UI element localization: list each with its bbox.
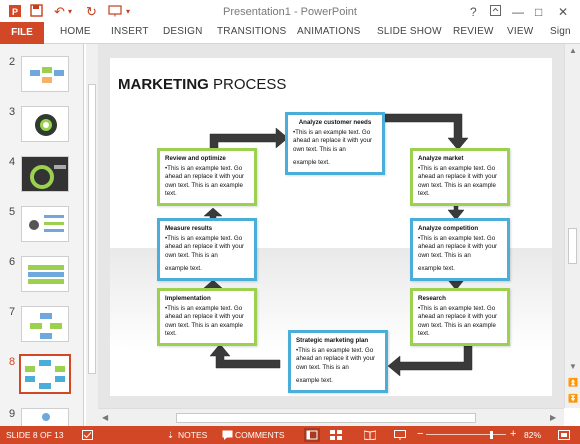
scroll-up-icon[interactable]: ▲ [569, 46, 577, 55]
arrow-customer-to-market [381, 113, 469, 151]
normal-view-icon[interactable] [304, 428, 320, 444]
box-heading: Measure results [165, 225, 213, 232]
zoom-level[interactable]: 82% [524, 430, 541, 440]
box-body-tail: example text. [418, 265, 455, 272]
thumbnail-number: 8 [9, 356, 16, 368]
box-body: •This is an example text. Go ahead an re… [165, 304, 245, 338]
thumbnail-scrollbar[interactable] [86, 44, 98, 426]
box-analyze-competition[interactable]: Analyze competition •This is an example … [410, 218, 510, 281]
slide-thumbnail-5[interactable] [21, 206, 69, 242]
slide-vertical-scrollbar[interactable]: ▲ ▼ ⏫ ⏬ [564, 44, 580, 408]
box-implementation[interactable]: Implementation •This is an example text.… [157, 288, 257, 346]
box-body: •This is an example text. Go ahead an re… [165, 164, 245, 198]
box-body-tail: example text. [165, 265, 202, 272]
slide-thumbnail-2[interactable] [21, 56, 69, 92]
slide-horizontal-scrollbar[interactable]: ◀ ▶ [98, 408, 564, 426]
box-heading: Strategic marketing plan [296, 337, 369, 344]
tab-file[interactable]: FILE [0, 22, 44, 44]
box-body: •This is an example text. Go ahead an re… [165, 234, 245, 259]
ribbon-tabs: FILE HOME INSERT DESIGN TRANSITIONS ANIM… [0, 22, 580, 44]
thumbnail-number: 7 [9, 306, 16, 318]
scroll-left-icon[interactable]: ◀ [102, 413, 108, 422]
thumbnail-number: 2 [9, 56, 16, 68]
tab-home[interactable]: HOME [60, 26, 91, 37]
tab-insert[interactable]: INSERT [111, 26, 149, 37]
slide-indicator: SLIDE 8 OF 13 [6, 430, 64, 440]
thumbnail-number: 4 [9, 156, 16, 168]
arrow-research-to-plan [387, 345, 473, 377]
slide-thumbnail-4[interactable] [21, 156, 69, 192]
box-heading: Research [418, 295, 446, 302]
slide-canvas[interactable]: MARKETING PROCESS Analyze customer needs… [110, 58, 552, 396]
notes-icon[interactable]: ⇣ [167, 430, 174, 441]
thumbnail-number: 9 [9, 408, 16, 420]
status-bar: SLIDE 8 OF 13 ⇣ NOTES COMMENTS − + 82% [0, 426, 580, 444]
thumbnail-number: 3 [9, 106, 16, 118]
slide-thumbnail-8-selected[interactable] [19, 354, 71, 394]
tab-view[interactable]: VIEW [507, 26, 533, 37]
tab-slide-show[interactable]: SLIDE SHOW [377, 26, 442, 37]
slide-thumbnail-7[interactable] [21, 306, 69, 342]
zoom-in-button[interactable]: + [510, 428, 516, 440]
box-heading: Analyze competition [418, 225, 479, 232]
scroll-right-icon[interactable]: ▶ [550, 413, 556, 422]
box-review-and-optimize[interactable]: Review and optimize •This is an example … [157, 148, 257, 206]
box-body-tail: example text. [296, 377, 333, 384]
arrow-plan-to-implementation [209, 343, 281, 369]
spelling-check-icon[interactable] [82, 430, 93, 442]
thumbnail-number: 5 [9, 206, 16, 218]
comments-icon[interactable] [222, 430, 233, 442]
box-heading: Analyze market [418, 155, 464, 162]
slide-thumbnail-6[interactable] [21, 256, 69, 292]
slide-sorter-icon[interactable] [330, 430, 342, 442]
slide-thumbnail-pane: 2 3 4 5 6 7 8 9 [0, 44, 84, 426]
box-body: •This is an example text. Go ahead an re… [418, 164, 498, 198]
scroll-thumb[interactable] [568, 228, 577, 264]
box-body: •This is an example text. Go ahead an re… [418, 234, 498, 259]
maximize-button[interactable]: □ [535, 4, 542, 20]
slide-show-icon[interactable] [394, 430, 406, 442]
box-heading: Implementation [165, 295, 211, 302]
zoom-out-button[interactable]: − [417, 428, 423, 440]
tab-design[interactable]: DESIGN [163, 26, 203, 37]
box-research[interactable]: Research •This is an example text. Go ah… [410, 288, 510, 346]
previous-slide-icon[interactable]: ⏫ [568, 378, 578, 387]
reading-view-icon[interactable] [363, 430, 377, 442]
notes-button[interactable]: NOTES [178, 430, 207, 440]
box-analyze-customer-needs[interactable]: Analyze customer needs •This is an examp… [285, 112, 385, 175]
tab-animations[interactable]: ANIMATIONS [297, 26, 360, 37]
close-button[interactable]: ✕ [558, 4, 568, 20]
slide-editing-area: MARKETING PROCESS Analyze customer needs… [98, 44, 564, 408]
tab-review[interactable]: REVIEW [453, 26, 494, 37]
box-body: •This is an example text. Go ahead an re… [293, 128, 373, 153]
box-body: •This is an example text. Go ahead an re… [296, 346, 376, 371]
zoom-slider-knob[interactable] [490, 431, 493, 439]
tab-transitions[interactable]: TRANSITIONS [217, 26, 286, 37]
zoom-slider-track[interactable] [426, 434, 506, 435]
comments-button[interactable]: COMMENTS [235, 430, 285, 440]
thumbnail-number: 6 [9, 256, 16, 268]
next-slide-icon[interactable]: ⏬ [568, 394, 578, 403]
box-measure-results[interactable]: Measure results •This is an example text… [157, 218, 257, 281]
box-analyze-market[interactable]: Analyze market •This is an example text.… [410, 148, 510, 206]
box-strategic-marketing-plan[interactable]: Strategic marketing plan •This is an exa… [288, 330, 388, 393]
sign-in-link[interactable]: Sign [550, 26, 571, 37]
fit-slide-to-window-icon[interactable] [558, 430, 570, 442]
slide-thumbnail-9[interactable] [21, 408, 69, 426]
ribbon-display-options-icon[interactable] [490, 4, 501, 20]
box-heading: Analyze customer needs [298, 119, 372, 126]
slide-thumbnail-3[interactable] [21, 106, 69, 142]
horizontal-scroll-thumb[interactable] [176, 413, 476, 423]
box-body: •This is an example text. Go ahead an re… [418, 304, 498, 338]
scroll-down-icon[interactable]: ▼ [569, 362, 577, 371]
box-body-tail: example text. [293, 159, 330, 166]
box-heading: Review and optimize [165, 155, 226, 162]
help-icon[interactable]: ? [470, 4, 477, 20]
minimize-button[interactable]: — [512, 4, 524, 20]
